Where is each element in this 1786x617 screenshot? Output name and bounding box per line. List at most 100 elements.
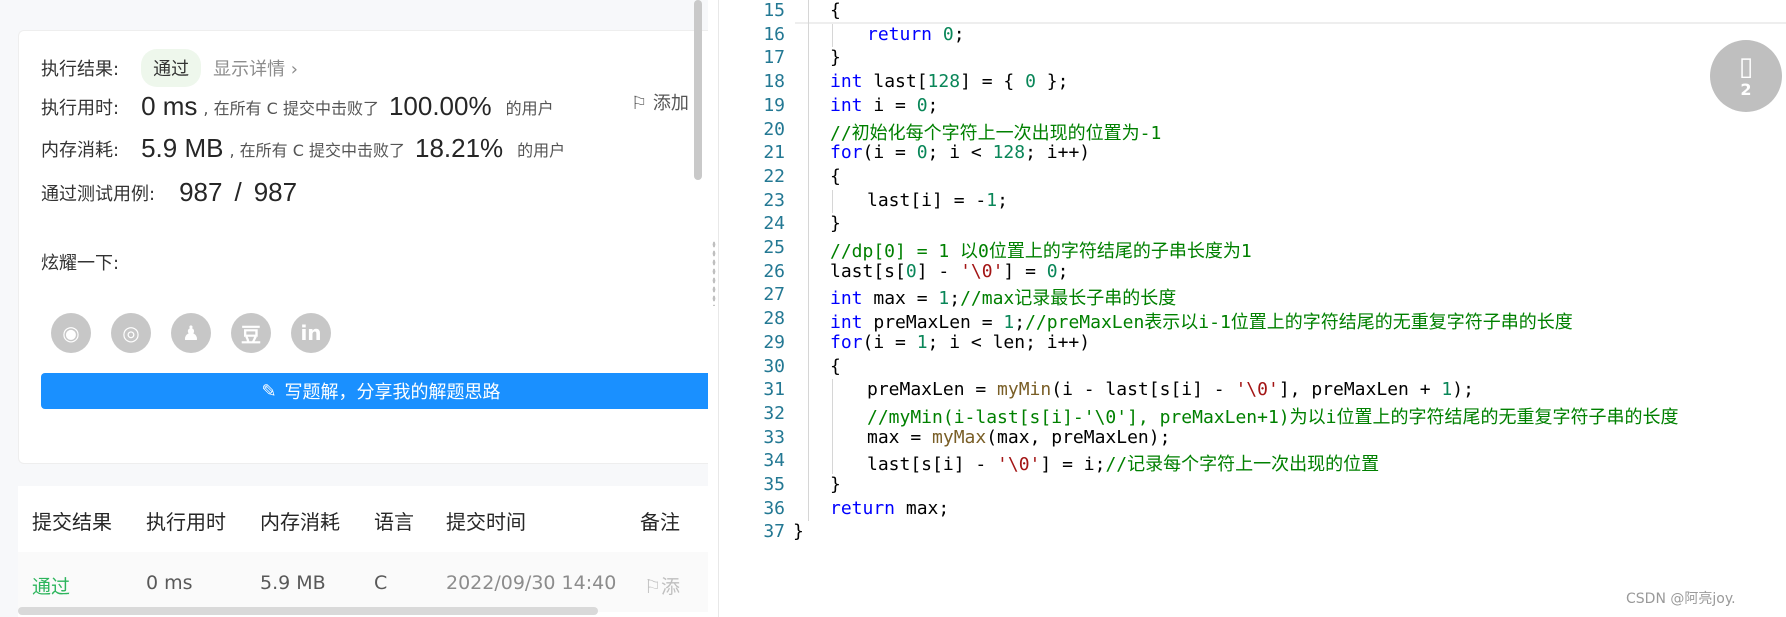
write-solution-button[interactable]: ✎ 写题解，分享我的解题思路 [41, 373, 708, 409]
left-scrollbar[interactable] [694, 0, 702, 180]
code-token: i = [862, 94, 917, 116]
code-token: { [830, 165, 841, 187]
show-details-link[interactable]: 显示详情 › [213, 55, 298, 81]
qq-icon[interactable]: ♟ [171, 313, 211, 353]
line-number: 15 [763, 0, 785, 21]
memory-percent: 18.21% [414, 133, 504, 163]
code-token: max; [895, 497, 950, 519]
status-row: 执行结果: 通过 显示详情 › [41, 49, 298, 87]
line-number: 34 [763, 450, 785, 472]
code-token: for [830, 331, 863, 353]
code-token: ; i < [927, 142, 993, 164]
code-token: ; [949, 288, 961, 310]
status-badge: 通过 [141, 49, 202, 87]
horizontal-scrollbar[interactable] [18, 607, 598, 615]
line-number: 26 [763, 260, 785, 282]
code-line: } [793, 521, 804, 542]
code-token: 1 [1003, 312, 1015, 334]
result-card: 执行结果: 通过 显示详情 › ⚐ 添加 执行用时: 0 ms , 在所有 C … [18, 30, 708, 464]
code-token: } [830, 474, 841, 495]
line-number: 28 [763, 308, 785, 330]
code-token: } [793, 521, 804, 543]
bookmark-icon: ▯ [1738, 51, 1754, 82]
code-token: ; i++) [1025, 142, 1091, 164]
code-token: //preMaxLen表示以i-1位置上的字符结尾的无重复字符子串的长度 [1025, 312, 1573, 334]
code-token: { [830, 0, 841, 21]
code-token: 0 [942, 23, 954, 45]
code-line: for(i = 1; i < len; i++) [830, 332, 1090, 353]
code-token: ] = i; [1040, 454, 1106, 476]
code-token: return [867, 23, 933, 45]
code-token: { [830, 355, 841, 377]
row-result-link[interactable]: 通过 [32, 572, 70, 599]
runtime-row: 执行用时: 0 ms , 在所有 C 提交中击败了 100.00% 的用户 [41, 91, 564, 122]
code-token: last[s[i] - [867, 454, 998, 476]
current-line-highlight [795, 0, 1786, 24]
runtime-suffix: 的用户 [505, 98, 554, 118]
code-token: ; [953, 23, 965, 45]
indent-guide [807, 0, 809, 522]
code-token: preMaxLen = [862, 312, 1004, 334]
submission-table: 提交结果 执行用时 内存消耗 语言 提交时间 备注 通过 0 ms 5.9 MB… [18, 486, 708, 617]
code-token: 128 [927, 71, 961, 93]
code-token: myMax [932, 426, 987, 448]
line-number: 21 [763, 142, 785, 164]
row-note-label: 添 [661, 576, 681, 598]
code-line: last[s[0] - '\0'] = 0; [830, 261, 1068, 282]
code-line: return max; [830, 498, 949, 519]
douban-icon[interactable]: 豆 [231, 313, 271, 353]
line-number: 19 [763, 94, 785, 116]
panel-splitter-handle[interactable] [712, 240, 716, 306]
row-note-button[interactable]: ⚐添 [644, 572, 680, 599]
line-number: 20 [763, 118, 785, 140]
code-editor[interactable]: 15{16 return 0; 17} 18 int last[128] = { 0 }… [718, 0, 1786, 617]
code-line: max = myMax(max, preMaxLen); [867, 427, 1170, 448]
linkedin-icon[interactable]: in [291, 313, 331, 353]
code-line: int i = 0; [830, 95, 938, 116]
add-note-label: 添加 [652, 93, 689, 114]
code-token: ] - [916, 260, 961, 282]
code-token: '\0' [1235, 379, 1279, 401]
indent-guide [832, 189, 833, 214]
code-token: '\0' [997, 454, 1041, 476]
code-token: } [830, 47, 841, 69]
tests-total: 987 [253, 177, 298, 207]
code-line: } [830, 474, 841, 495]
code-line: { [830, 0, 841, 21]
code-line: return 0; [867, 24, 965, 45]
code-token: ; [927, 94, 939, 116]
code-token: return [830, 497, 896, 519]
code-line: preMaxLen = myMin(i - last[s[i] - '\0'],… [867, 379, 1474, 400]
code-token: //max记录最长子串的长度 [960, 288, 1177, 310]
bookmark-count: 2 [1740, 79, 1752, 99]
code-token: } [830, 213, 841, 235]
header-result: 提交结果 [32, 510, 112, 534]
code-token: 0 [916, 142, 928, 164]
code-line: } [830, 213, 841, 234]
add-note-button[interactable]: ⚐ 添加 [631, 89, 689, 115]
code-token: ; [1057, 260, 1069, 282]
code-token: last[ [862, 71, 928, 93]
weibo-icon[interactable]: ◎ [111, 313, 151, 353]
line-number: 23 [763, 189, 785, 211]
code-line: } [830, 47, 841, 68]
code-token: ], preMaxLen + [1278, 379, 1442, 401]
code-token: (i - last[s[i] - [1051, 379, 1236, 401]
code-token: int [830, 71, 863, 93]
code-token: for [830, 142, 863, 164]
code-line: //myMin(i-last[s[i]-'\0'], preMaxLen+1)为… [867, 403, 1678, 429]
row-submitted: 2022/09/30 14:40 [446, 572, 617, 594]
line-number: 37 [763, 521, 785, 543]
code-token: 1 [986, 189, 998, 211]
code-token: '\0' [960, 260, 1004, 282]
code-line: { [830, 356, 841, 377]
bookmark-button[interactable]: ▯ 2 [1710, 40, 1782, 112]
memory-suffix: 的用户 [517, 140, 566, 160]
wechat-icon[interactable]: ◉ [51, 313, 91, 353]
line-number: 30 [763, 355, 785, 377]
write-solution-label: 写题解，分享我的解题思路 [284, 382, 501, 403]
line-number: 35 [763, 474, 785, 495]
line-number: 27 [763, 284, 785, 306]
code-token: (max, preMaxLen); [986, 426, 1171, 448]
code-token: 1 [938, 288, 950, 310]
